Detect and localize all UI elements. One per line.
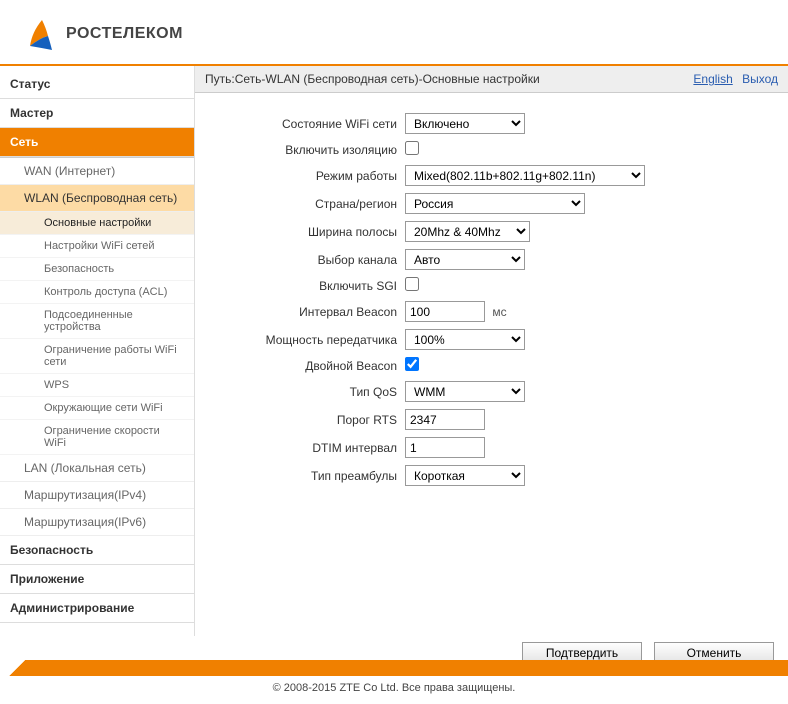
form-area: Состояние WiFi сети Включено Включить из… <box>195 93 788 513</box>
nav-wan[interactable]: WAN (Интернет) <box>0 158 194 185</box>
label-preamble: Тип преамбулы <box>195 469 405 483</box>
nav-route6[interactable]: Маршрутизация(IPv6) <box>0 509 194 536</box>
nav-wlan-speed[interactable]: Ограничение скорости WiFi <box>0 420 194 455</box>
link-logout[interactable]: Выход <box>742 72 778 86</box>
label-qos: Тип QoS <box>195 385 405 399</box>
input-rts[interactable] <box>405 409 485 430</box>
nav-security[interactable]: Безопасность <box>0 536 194 565</box>
footer-bar: Подтвердить Отменить <box>0 636 788 676</box>
nav-app[interactable]: Приложение <box>0 565 194 594</box>
select-bandwidth[interactable]: 20Mhz & 40Mhz <box>405 221 530 242</box>
input-dtim[interactable] <box>405 437 485 458</box>
copyright: © 2008-2015 ZTE Co Ltd. Все права защище… <box>0 676 788 704</box>
nav-status[interactable]: Статус <box>0 70 194 99</box>
label-double-beacon: Двойной Beacon <box>195 359 405 373</box>
label-state: Состояние WiFi сети <box>195 117 405 131</box>
checkbox-double-beacon[interactable] <box>405 357 419 371</box>
rostelecom-logo-icon <box>26 14 58 54</box>
select-power[interactable]: 100% <box>405 329 525 350</box>
nav-lan[interactable]: LAN (Локальная сеть) <box>0 455 194 482</box>
nav-wlan[interactable]: WLAN (Беспроводная сеть) <box>0 185 194 212</box>
nav-wlan-basic[interactable]: Основные настройки <box>0 212 194 235</box>
select-channel[interactable]: Авто <box>405 249 525 270</box>
checkbox-sgi[interactable] <box>405 277 419 291</box>
label-rts: Порог RTS <box>195 413 405 427</box>
nav-wlan-security[interactable]: Безопасность <box>0 258 194 281</box>
label-channel: Выбор канала <box>195 253 405 267</box>
nav-wlan-wps[interactable]: WPS <box>0 374 194 397</box>
label-dtim: DTIM интервал <box>195 441 405 455</box>
nav-wlan-limit[interactable]: Ограничение работы WiFi сети <box>0 339 194 374</box>
nav-admin[interactable]: Администрирование <box>0 594 194 623</box>
checkbox-isolate[interactable] <box>405 141 419 155</box>
input-beacon[interactable] <box>405 301 485 322</box>
nav-network[interactable]: Сеть <box>0 128 194 157</box>
header: РОСТЕЛЕКОМ <box>0 0 788 66</box>
select-preamble[interactable]: Короткая <box>405 465 525 486</box>
label-sgi: Включить SGI <box>195 279 405 293</box>
label-mode: Режим работы <box>195 169 405 183</box>
nav-route4[interactable]: Маршрутизация(IPv4) <box>0 482 194 509</box>
nav-wlan-neighbor[interactable]: Окружающие сети WiFi <box>0 397 194 420</box>
link-english[interactable]: English <box>693 72 732 86</box>
label-isolate: Включить изоляцию <box>195 143 405 157</box>
nav-wlan-ssid[interactable]: Настройки WiFi сетей <box>0 235 194 258</box>
label-country: Страна/регион <box>195 197 405 211</box>
sidebar: Статус Мастер Сеть WAN (Интернет) WLAN (… <box>0 66 195 636</box>
nav-wlan-acl[interactable]: Контроль доступа (ACL) <box>0 281 194 304</box>
label-bandwidth: Ширина полосы <box>195 225 405 239</box>
label-beacon: Интервал Beacon <box>195 305 405 319</box>
label-power: Мощность передатчика <box>195 333 405 347</box>
brand-text: РОСТЕЛЕКОМ <box>66 25 183 43</box>
select-mode[interactable]: Mixed(802.11b+802.11g+802.11n) <box>405 165 645 186</box>
footer-stripe <box>0 660 788 676</box>
unit-beacon: мс <box>492 305 506 319</box>
breadcrumb: Путь:Сеть-WLAN (Беспроводная сеть)-Основ… <box>205 72 540 86</box>
select-qos[interactable]: WMM <box>405 381 525 402</box>
select-country[interactable]: Россия <box>405 193 585 214</box>
nav-wlan-assoc[interactable]: Подсоединенные устройства <box>0 304 194 339</box>
select-state[interactable]: Включено <box>405 113 525 134</box>
nav-wizard[interactable]: Мастер <box>0 99 194 128</box>
